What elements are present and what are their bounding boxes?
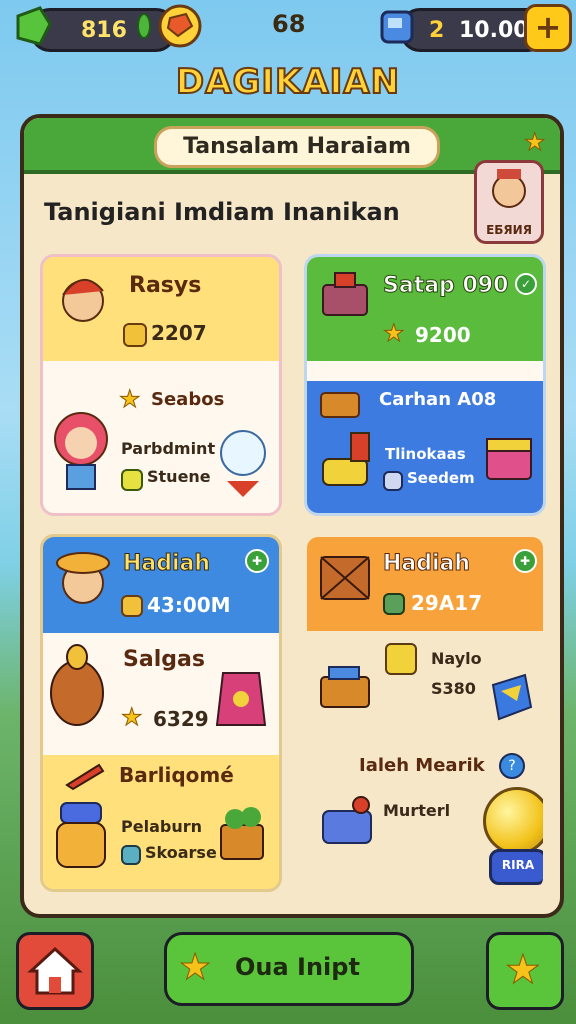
cube-icon (121, 469, 143, 491)
card2-line1: Tlinokaas (385, 445, 466, 463)
reward-card-4[interactable]: Hadiah ✚ 29A17 Naylo S380 Ialeh Mearik ?… (304, 534, 546, 892)
gem-count: 816 (81, 17, 127, 43)
card4-title: Hadiah (382, 551, 471, 577)
check-icon: ✓ (515, 273, 537, 295)
card1-line1: Parbdmint (121, 439, 216, 458)
star-icon: ★ (178, 947, 212, 989)
add-label: + (534, 8, 562, 46)
cube-icon (121, 595, 143, 617)
chest-icon (320, 392, 360, 418)
card3-title: Hadiah (122, 551, 211, 577)
cube-icon (123, 323, 147, 347)
wooden-mask-icon (50, 644, 104, 726)
badge-label: ЕБЯИЯ (486, 223, 532, 237)
center-counter: 68 (272, 10, 306, 38)
add-coins-button[interactable]: + (524, 4, 572, 52)
card3-mid-value: 6329 (153, 707, 209, 731)
coins-left-value: 2 (429, 17, 445, 43)
card4-item2: S380 (431, 679, 476, 698)
star-icon: ★ (505, 947, 542, 994)
header-star-icon: ★ (524, 128, 546, 157)
orange-cube-icon (158, 4, 202, 48)
reward-card-1[interactable]: Rasys 2207 ★ Seabos Parbdmint Stuene (40, 254, 282, 516)
potion-jar-icon (56, 802, 106, 868)
girl-icon (62, 279, 104, 322)
sword-icon (65, 763, 105, 791)
card3-bottom-title: Barliqomé (119, 763, 234, 787)
hammer-icon (322, 432, 370, 486)
card4-item3: Murterl (383, 801, 451, 820)
favorites-button[interactable]: ★ (486, 932, 564, 1010)
clover-icon: ✚ (513, 549, 537, 573)
card1-line2: Stuene (147, 467, 211, 486)
plant-basket-icon (220, 807, 264, 860)
ball-label: RIRA (501, 858, 535, 872)
ghost-icon (220, 430, 266, 497)
card3-value: 43:00M (147, 593, 231, 617)
panel-header-label: Tansalam Haraiam (154, 126, 440, 168)
coins-value: 10.00 (459, 17, 529, 43)
main-panel: Tansalam Haraiam ★ Tanigiani Imdiam Inan… (20, 114, 564, 918)
golden-ball-icon[interactable] (483, 787, 543, 855)
cube-icon (383, 593, 405, 615)
confirm-button[interactable]: ★ Oua Inipt (164, 932, 414, 1006)
blue-crystal-icon (491, 673, 533, 721)
machine-icon (322, 796, 372, 844)
crate-icon (320, 556, 370, 600)
card1-mid-title: Seabos (151, 389, 225, 410)
chest-icon (320, 666, 370, 708)
green-capsule-icon (136, 12, 152, 40)
golden-cube-icon (385, 643, 417, 675)
avatar-badge[interactable]: ЕБЯИЯ (474, 160, 544, 244)
info-icon[interactable]: ? (499, 753, 525, 779)
card3-line2: Skoarse (145, 843, 217, 862)
card1-value: 2207 (151, 321, 207, 345)
card4-item1: Naylo (431, 649, 482, 668)
card4-section-title: Ialeh Mearik (359, 755, 485, 776)
card2-mid-title: Carhan A08 (379, 389, 497, 410)
card4-value: 29A17 (411, 591, 483, 615)
star-icon: ★ (119, 385, 141, 414)
card2-title: Satap 090 (382, 273, 509, 299)
reward-card-2[interactable]: Satap 090 ✓ ★ 9200 Carhan A08 Tlinokaas … (304, 254, 546, 516)
card3-mid-title: Salgas (123, 647, 205, 672)
blue-box-icon (376, 4, 420, 48)
card1-title: Rasys (129, 273, 202, 298)
star-icon: ★ (121, 703, 143, 732)
gift-box-icon (486, 438, 532, 480)
card2-line2: Seedem (407, 469, 475, 487)
hat-character-icon (56, 552, 110, 604)
clover-icon: ✚ (245, 549, 269, 573)
treasure-chest-icon (322, 272, 368, 316)
star-icon: ★ (383, 319, 405, 348)
page-title: DAGIKAIAN (175, 61, 401, 103)
cube-icon (121, 845, 141, 865)
cube-icon (383, 471, 403, 491)
card2-value: 9200 (415, 323, 471, 347)
home-icon (27, 946, 83, 995)
confirm-button-label: Oua Inipt (235, 953, 360, 981)
pink-dress-icon (215, 672, 267, 726)
panel-subtitle: Tanigiani Imdiam Inanikan (44, 198, 400, 226)
pink-hair-girl-icon (54, 412, 108, 490)
reward-card-3[interactable]: Hadiah ✚ 43:00M Salgas ★ 6329 Barliqomé … (40, 534, 282, 892)
card3-line1: Pelaburn (121, 817, 202, 836)
home-button[interactable] (16, 932, 94, 1010)
green-gem-icon (10, 4, 54, 48)
character-icon (492, 169, 526, 208)
ball-stand: RIRA (489, 849, 543, 885)
